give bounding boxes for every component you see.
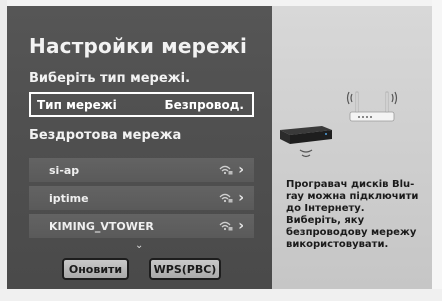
frame-bottom bbox=[0, 289, 442, 301]
network-type-value: Безпровод. bbox=[164, 97, 244, 112]
page-title: Настройки мережі bbox=[29, 34, 248, 58]
network-name: iptime bbox=[49, 191, 89, 205]
frame-left bbox=[0, 0, 7, 301]
network-type-label: Тип мережі bbox=[37, 97, 117, 112]
scroll-down-icon[interactable]: ⌄ bbox=[135, 240, 143, 251]
wifi-lock-icon bbox=[219, 165, 233, 175]
network-name: KIMING_VTOWER bbox=[49, 219, 154, 233]
network-type-selector[interactable]: Тип мережі Безпровод. bbox=[29, 92, 254, 117]
network-settings-screen: Настройки мережі Виберіть тип мережі. Ти… bbox=[0, 0, 442, 301]
player-router-illustration bbox=[280, 91, 398, 158]
wifi-lock-icon bbox=[219, 193, 233, 203]
frame-right bbox=[432, 0, 442, 301]
router-icon bbox=[346, 91, 398, 122]
chevron-right-icon: › bbox=[238, 190, 244, 206]
bluray-player-icon bbox=[280, 126, 332, 158]
network-list-item[interactable]: si-ap › bbox=[29, 158, 254, 182]
wifi-lock-icon bbox=[219, 221, 233, 231]
network-list-item[interactable]: iptime › bbox=[29, 186, 254, 210]
chevron-right-icon: › bbox=[238, 218, 244, 234]
page-subtitle: Виберіть тип мережі. bbox=[29, 71, 191, 86]
chevron-right-icon: › bbox=[238, 162, 244, 178]
wireless-section-label: Бездротова мережа bbox=[29, 128, 182, 143]
network-list-item[interactable]: KIMING_VTOWER › bbox=[29, 214, 254, 238]
refresh-button[interactable]: Оновити bbox=[62, 258, 129, 280]
network-name: si-ap bbox=[49, 163, 80, 177]
connection-description: Програвач дисків Blu-ray можна підключит… bbox=[286, 179, 419, 250]
wps-pbc-button[interactable]: WPS(PBC) bbox=[149, 258, 221, 280]
